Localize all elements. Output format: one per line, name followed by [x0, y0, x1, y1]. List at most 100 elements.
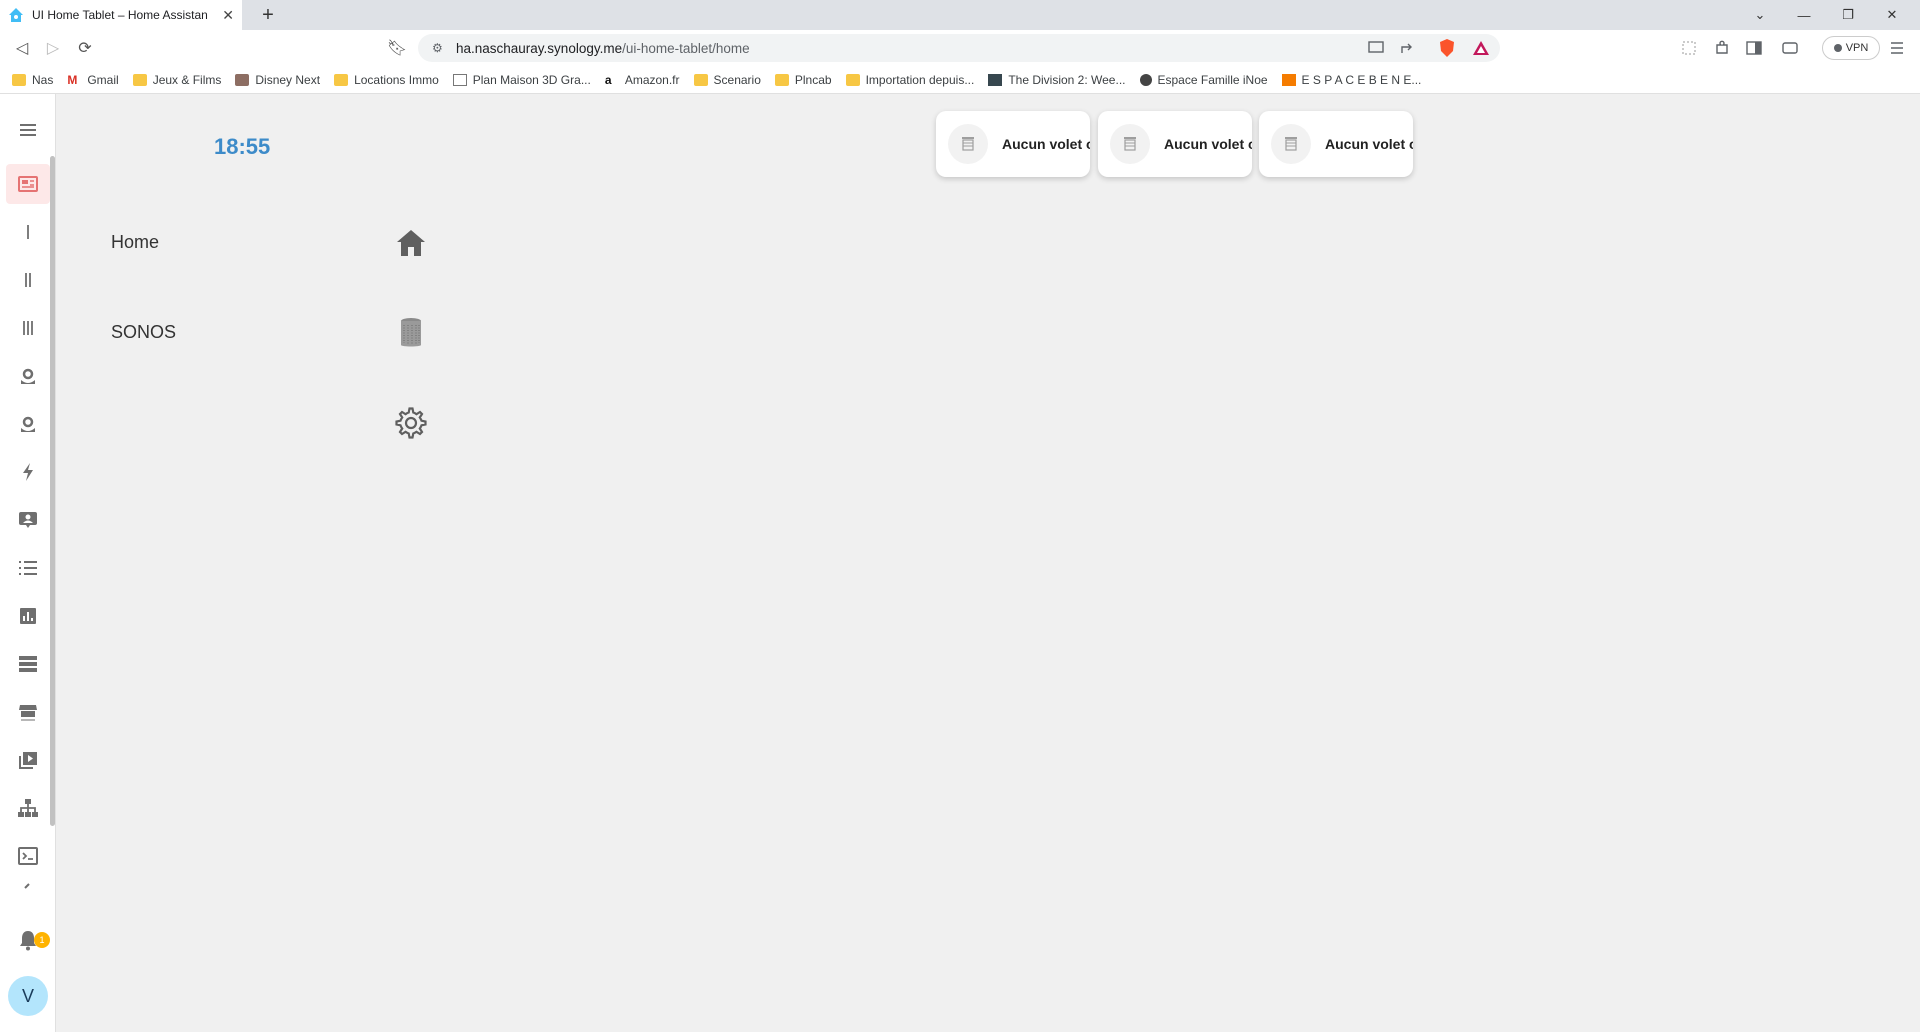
brave-rewards-icon[interactable] [1472, 38, 1490, 58]
lightning-icon [23, 463, 33, 481]
home-assistant-icon [9, 8, 23, 22]
speaker-icon[interactable] [394, 316, 428, 350]
bookmark-item[interactable]: Disney Next [235, 73, 320, 87]
site-info-icon[interactable]: ⚙ [432, 41, 446, 55]
shutter-status-card[interactable]: Aucun volet ouvert [936, 111, 1090, 177]
sidebar-item-history[interactable] [6, 596, 50, 636]
shutter-status-text: Aucun volet ouvert [1164, 136, 1252, 152]
restore-button[interactable]: ❐ [1826, 0, 1870, 30]
bookmark-item[interactable]: Plan Maison 3D Gra... [452, 72, 591, 87]
chevron-icon [24, 883, 30, 889]
wallet-icon[interactable] [1782, 38, 1798, 58]
vpn-status-icon [1833, 44, 1842, 52]
terminal-icon [18, 847, 38, 865]
sidebar-item-view-1[interactable] [6, 212, 50, 252]
server-icon [19, 656, 37, 672]
browser-menu-icon[interactable] [1890, 38, 1904, 58]
bookmark-label: Plan Maison 3D Gra... [472, 72, 591, 87]
share-icon[interactable] [1400, 38, 1416, 58]
address-bar[interactable]: ⚙ ha.naschauray.synology.me/ui-home-tabl… [418, 34, 1500, 62]
new-tab-button[interactable]: + [256, 4, 280, 26]
sidebar-item-terminal[interactable] [6, 836, 50, 876]
sidebar-toggle-icon[interactable] [1746, 38, 1762, 58]
sidebar-item-hacs[interactable] [6, 692, 50, 732]
bookmark-label: Scenario [713, 72, 761, 87]
sidebar-item-contacts[interactable] [6, 500, 50, 540]
gmail-icon: M [67, 72, 78, 87]
cast-icon[interactable] [1368, 38, 1384, 58]
minimize-button[interactable]: — [1782, 0, 1826, 30]
url-host: ha.naschauray.synology.me [456, 40, 623, 56]
vpn-button[interactable]: VPN [1822, 36, 1880, 60]
shutter-icon [948, 124, 988, 164]
menu-item-home-label[interactable]: Home [111, 232, 159, 253]
vpn-label: VPN [1845, 42, 1869, 54]
sidebar-item-view-3[interactable] [6, 308, 50, 348]
bookmark-item[interactable]: Locations Immo [334, 73, 439, 87]
flower-icon [21, 368, 35, 384]
sidebar-item-view-2[interactable] [6, 260, 50, 300]
bookmark-icon[interactable]: 🔖︎ [386, 37, 408, 59]
folder-icon [774, 73, 789, 86]
shutter-status-card[interactable]: Aucun volet ouvert [1259, 111, 1413, 177]
browser-tab-bar: UI Home Tablet – Home Assistan ✕ + ⌄ — ❐… [0, 0, 1920, 30]
bar-three-icon [23, 321, 33, 335]
shutter-status-card[interactable]: Aucun volet ouvert [1098, 111, 1252, 177]
menu-item-sonos-label[interactable]: SONOS [111, 322, 176, 343]
bookmark-item[interactable]: Plncab [774, 72, 832, 87]
bookmark-label: Nas [32, 72, 54, 87]
bookmark-label: Importation depuis... [865, 72, 975, 87]
sidebar-scrollbar[interactable] [50, 156, 55, 826]
menu-icon[interactable] [16, 118, 40, 142]
bookmarks-bar: Nas M Gmail Jeux & Films Disney Next Loca… [0, 66, 1920, 94]
tab-search-icon[interactable]: ⌄ [1738, 0, 1782, 30]
amazon-icon: a [604, 72, 612, 87]
forward-icon[interactable]: ▷ [42, 37, 64, 59]
bookmark-label: Plncab [794, 72, 832, 87]
bookmark-item[interactable]: Importation depuis... [845, 72, 975, 87]
media-icon [19, 752, 37, 769]
close-tab-icon[interactable]: ✕ [222, 7, 234, 24]
reload-icon[interactable]: ⟳ [74, 37, 96, 59]
gear-icon[interactable] [394, 406, 428, 440]
puzzle-icon[interactable] [1714, 38, 1730, 58]
folder-icon [693, 73, 708, 86]
shutter-status-text: Aucun volet ouvert [1002, 136, 1090, 152]
browser-nav-bar: ◁ ▷ ⟳ 🔖︎ ⚙ ha.naschauray.synology.me/ui-… [0, 30, 1920, 66]
bookmark-item[interactable]: Scenario [693, 72, 761, 87]
bookmark-label: Gmail [87, 72, 119, 87]
sidebar-item-flower-1[interactable] [6, 356, 50, 396]
extension-icon[interactable] [1682, 38, 1696, 58]
close-window-button[interactable]: ✕ [1870, 0, 1914, 30]
avatar[interactable]: V [8, 976, 48, 1016]
notification-badge: 1 [34, 932, 50, 948]
bar-one-icon [27, 225, 29, 239]
bookmark-label: Disney Next [255, 72, 321, 87]
chart-icon [20, 608, 36, 624]
sidebar-item-logbook[interactable] [6, 644, 50, 684]
bookmark-item[interactable]: a Amazon.fr [605, 73, 680, 87]
home-icon[interactable] [394, 226, 428, 260]
sidebar-item-media[interactable] [6, 740, 50, 780]
sidebar-item-todo[interactable] [6, 548, 50, 588]
shutter-icon [1271, 124, 1311, 164]
globe-icon [1139, 73, 1152, 86]
back-icon[interactable]: ◁ [11, 37, 33, 59]
bookmark-item[interactable]: Nas [12, 73, 53, 87]
sidebar-item-network[interactable] [6, 788, 50, 828]
browser-tab[interactable]: UI Home Tablet – Home Assistan ✕ [0, 0, 242, 30]
sidebar-item-tablet-dashboard[interactable] [6, 164, 50, 204]
bookmark-item[interactable]: E S P A C E B E N E... [1281, 73, 1421, 87]
bookmark-item[interactable]: Jeux & Films [132, 73, 221, 87]
sidebar-item-energy[interactable] [6, 452, 50, 492]
sidebar-item-more[interactable] [6, 878, 50, 892]
brave-shield-icon[interactable] [1438, 38, 1456, 58]
bookmark-label: The Division 2: Wee... [1008, 72, 1126, 87]
sidebar-item-flower-2[interactable] [6, 404, 50, 444]
bookmark-item[interactable]: The Division 2: Wee... [988, 72, 1126, 87]
flower-icon [21, 416, 35, 432]
bookmark-item[interactable]: M Gmail [67, 73, 118, 87]
hacs-icon [19, 705, 37, 721]
url-path: /ui-home-tablet/home [622, 40, 750, 56]
bookmark-item[interactable]: Espace Famille iNoe [1139, 73, 1268, 87]
